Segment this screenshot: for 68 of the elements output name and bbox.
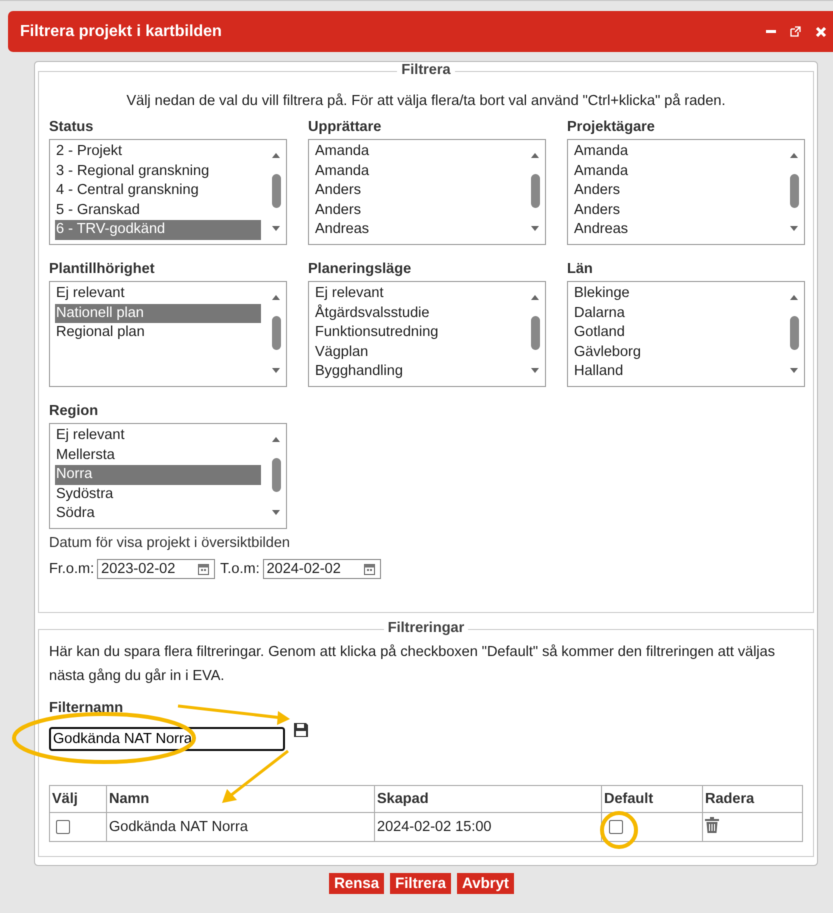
list-option[interactable]: Funktionsutredning	[314, 323, 520, 342]
list-box[interactable]: Ej relevant Nationell plan Regional plan	[49, 281, 287, 387]
fieldset-legend: Filtreringar	[384, 620, 468, 636]
list-option[interactable]: Blekinge	[573, 284, 779, 304]
list-option[interactable]: Anders	[314, 200, 520, 220]
list-label: Region	[49, 403, 100, 419]
column-header: Välj	[50, 786, 106, 812]
list-option[interactable]: Ej relevant	[55, 284, 261, 304]
column-header: Radera	[702, 786, 802, 812]
list-option[interactable]: Dalarna	[573, 304, 779, 323]
list-label: Plantillhörighet	[49, 261, 156, 277]
list-option[interactable]: Åtgärdsvalsstudie	[314, 304, 520, 323]
list-option[interactable]: Anders	[314, 181, 520, 200]
list-option[interactable]: Ej relevant	[314, 284, 520, 304]
date-label: Fr.o.m:	[49, 561, 94, 577]
list-option[interactable]: Amanda	[573, 142, 779, 162]
list-option[interactable]: Södra	[55, 504, 261, 524]
list-box[interactable]: 2 - Projekt 3 - Regional granskning 4 - Central granskning 5 - Granskad 6 - TRV-godkänd	[49, 139, 287, 245]
column-header: Namn	[106, 786, 374, 812]
list-box[interactable]: Amanda Amanda Anders Anders Andreas	[308, 139, 546, 245]
list-option[interactable]: Gävleborg	[573, 342, 779, 362]
list-label: Projektägare	[567, 119, 656, 135]
list-option[interactable]: 6 - TRV-godkänd	[55, 220, 261, 240]
date-label: T.o.m:	[220, 561, 260, 577]
date-field[interactable]: 2023-02-02	[97, 559, 216, 579]
list-box[interactable]: Ej relevant Åtgärdsvalsstudie Funktionsutredning Vägplan Bygghandling	[308, 281, 546, 387]
list-option[interactable]: Amanda	[314, 142, 520, 162]
action-button[interactable]: Rensa	[329, 873, 384, 894]
list-option[interactable]: Vägplan	[314, 342, 520, 362]
list-option[interactable]: Halland	[573, 362, 779, 382]
list-option[interactable]: Mellersta	[55, 446, 261, 465]
list-option[interactable]: Norra	[55, 465, 261, 484]
list-label: Län	[567, 261, 594, 277]
list-label: Planeringsläge	[308, 261, 412, 277]
description-text: Här kan du spara flera filtreringar. Genom att klicka på checkboxen "Default" så kommer den filtreringen att väljas nästa gång du går in i EVA.	[49, 643, 776, 686]
filter-name-field[interactable]: Godkända NAT Norra	[49, 727, 285, 751]
table-cell: 2024-02-02 15:00	[374, 812, 602, 842]
list-option[interactable]: Amanda	[314, 162, 520, 181]
list-option[interactable]: Nationell plan	[55, 304, 261, 323]
date-field[interactable]: 2024-02-02	[262, 559, 381, 579]
action-button[interactable]: Avbryt	[456, 873, 514, 894]
list-option[interactable]: Anders	[573, 181, 779, 200]
list-option[interactable]: Bygghandling	[314, 362, 520, 382]
date-caption: Datum för visa projekt i översiktbilden	[49, 535, 291, 551]
list-option[interactable]: Amanda	[573, 162, 779, 181]
list-option[interactable]: Gotland	[573, 323, 779, 342]
list-box[interactable]: Blekinge Dalarna Gotland Gävleborg Halland	[567, 281, 805, 387]
list-option[interactable]: Regional plan	[55, 323, 261, 342]
list-option[interactable]: Andreas	[314, 220, 520, 240]
action-button[interactable]: Filtrera	[390, 873, 451, 894]
list-option[interactable]: 5 - Granskad	[55, 200, 261, 220]
list-option[interactable]: Anders	[573, 200, 779, 220]
list-option[interactable]: Sydöstra	[55, 484, 261, 504]
list-option[interactable]: 4 - Central granskning	[55, 181, 261, 200]
list-label: Status	[49, 119, 94, 135]
list-label: Upprättare	[308, 119, 382, 135]
window-title: Filtrera projekt i kartbilden	[20, 22, 222, 40]
list-option[interactable]: 3 - Regional granskning	[55, 162, 261, 181]
list-box[interactable]: Amanda Amanda Anders Anders Andreas	[567, 139, 805, 245]
list-option[interactable]: Andreas	[573, 220, 779, 240]
list-option[interactable]: 2 - Projekt	[55, 142, 261, 162]
table-cell: Godkända NAT Norra	[106, 812, 374, 842]
list-option[interactable]: Ej relevant	[55, 426, 261, 446]
column-header: Skapad	[374, 786, 602, 812]
column-header: Default	[602, 786, 702, 812]
list-box[interactable]: Ej relevant Mellersta Norra Sydöstra Södra	[49, 423, 287, 529]
instruction-text: Välj nedan de val du vill filtrera på. För att välja flera/ta bort val använd "Ctrl+klicka" på raden.	[125, 93, 727, 109]
filter-name-label: Filternamn	[49, 700, 124, 716]
